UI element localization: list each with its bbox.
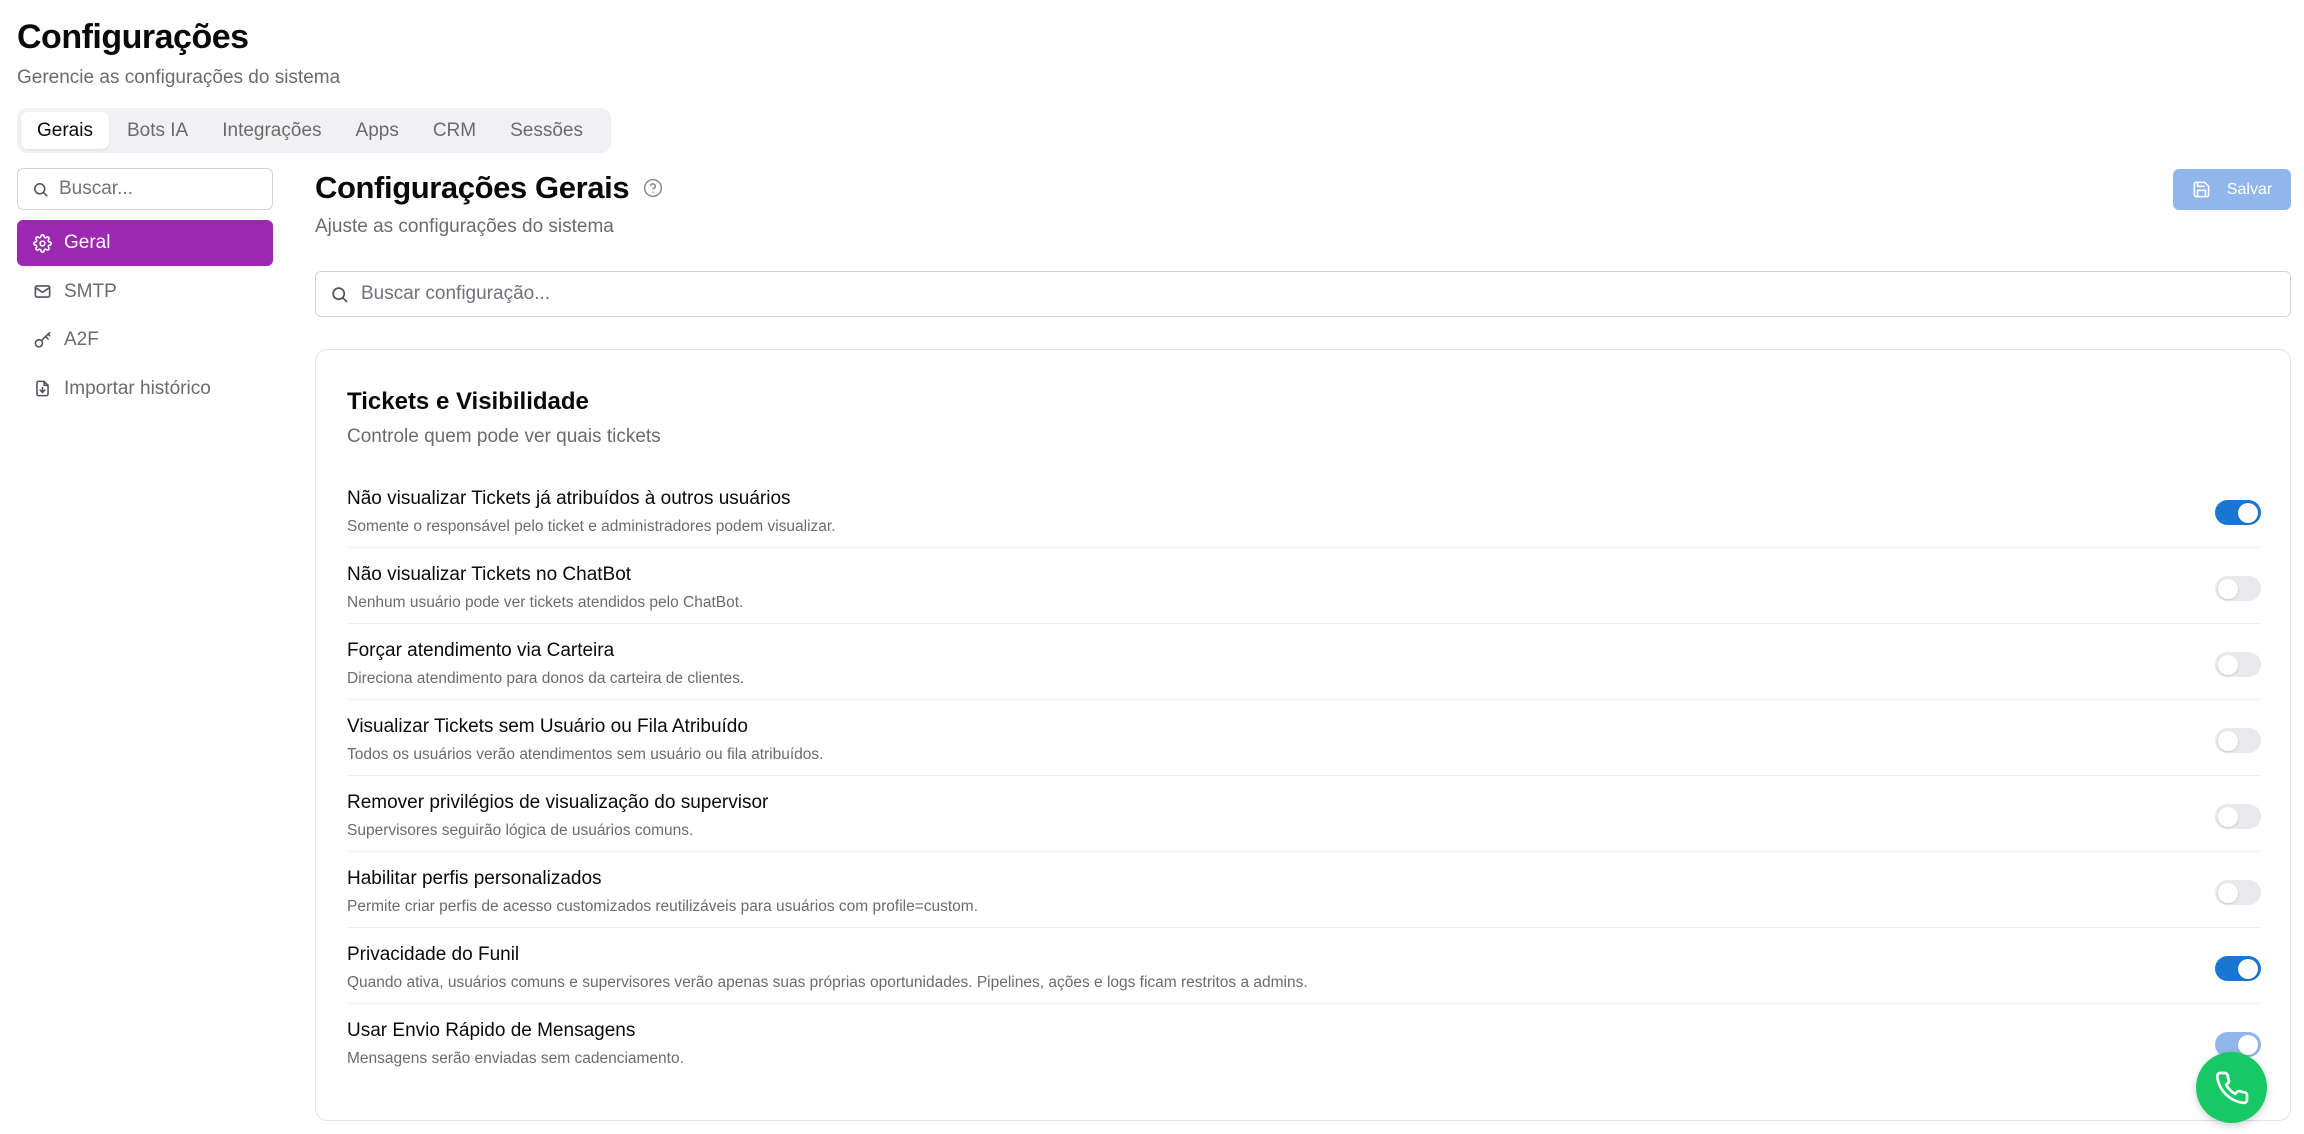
setting-toggle[interactable] — [2215, 500, 2261, 525]
tab-apps[interactable]: Apps — [340, 112, 415, 149]
settings-tabs: Gerais Bots IA Integrações Apps CRM Sess… — [17, 108, 611, 153]
tab-crm[interactable]: CRM — [417, 112, 492, 149]
sidebar-item-a2f[interactable]: A2F — [17, 317, 273, 363]
setting-row: Privacidade do Funil Quando ativa, usuár… — [347, 928, 2261, 1004]
tab-bots-ia[interactable]: Bots IA — [111, 112, 204, 149]
sidebar-item-geral[interactable]: Geral — [17, 220, 273, 266]
setting-label: Remover privilégios de visualização do s… — [347, 792, 769, 813]
settings-list: Não visualizar Tickets já atribuídos à o… — [347, 472, 2261, 1080]
phone-icon — [2215, 1071, 2248, 1104]
setting-row: Visualizar Tickets sem Usuário ou Fila A… — [347, 700, 2261, 776]
help-circle-icon[interactable] — [643, 178, 663, 198]
setting-row: Forçar atendimento via Carteira Direcion… — [347, 624, 2261, 700]
setting-row: Usar Envio Rápido de Mensagens Mensagens… — [347, 1004, 2261, 1080]
card-title: Tickets e Visibilidade — [347, 388, 589, 415]
setting-hint: Permite criar perfis de acesso customiza… — [347, 898, 979, 915]
toggle-knob — [2238, 502, 2258, 523]
toggle-knob — [2218, 654, 2238, 675]
sidebar-item-label: SMTP — [64, 280, 117, 302]
setting-label: Não visualizar Tickets já atribuídos à o… — [347, 488, 791, 509]
search-icon — [332, 286, 348, 302]
tab-gerais[interactable]: Gerais — [21, 112, 109, 149]
toggle-knob — [2238, 958, 2258, 979]
setting-label: Usar Envio Rápido de Mensagens — [347, 1020, 636, 1041]
toggle-knob — [2218, 882, 2238, 903]
save-button[interactable]: Salvar — [2173, 169, 2291, 210]
toggle-knob — [2238, 1034, 2258, 1055]
sidebar-item-smtp[interactable]: SMTP — [17, 269, 273, 315]
setting-toggle[interactable] — [2215, 728, 2261, 753]
mail-icon — [34, 285, 51, 298]
toggle-knob — [2218, 806, 2238, 827]
setting-row: Habilitar perfis personalizados Permite … — [347, 852, 2261, 928]
settings-card: Tickets e Visibilidade Controle quem pod… — [315, 349, 2291, 1121]
tab-integracoes[interactable]: Integrações — [206, 112, 337, 149]
setting-hint: Mensagens serão enviadas sem cadenciamen… — [347, 1050, 684, 1067]
search-icon — [34, 182, 48, 197]
section-page-title: Configurações Gerais — [315, 170, 663, 206]
file-import-icon — [36, 380, 49, 397]
main-title-text: Configurações Gerais — [315, 170, 630, 205]
setting-row: Remover privilégios de visualização do s… — [347, 776, 2261, 852]
sidebar-item-label: Geral — [64, 232, 111, 253]
sidebar-item-importar-historico[interactable]: Importar histórico — [17, 366, 273, 412]
setting-hint: Todos os usuários verão atendimentos sem… — [347, 746, 824, 763]
card-description: Controle quem pode ver quais tickets — [347, 426, 661, 447]
setting-toggle[interactable] — [2215, 956, 2261, 981]
setting-toggle[interactable] — [2215, 576, 2261, 601]
sidebar-search — [17, 168, 273, 210]
toggle-knob — [2218, 578, 2238, 599]
key-icon — [34, 331, 51, 348]
page-subtitle: Gerencie as configurações do sistema — [17, 67, 341, 88]
main-subtitle: Ajuste as configurações do sistema — [315, 216, 614, 237]
page-title: Configurações — [17, 18, 249, 56]
setting-label: Visualizar Tickets sem Usuário ou Fila A… — [347, 716, 748, 737]
setting-row: Não visualizar Tickets já atribuídos à o… — [347, 472, 2261, 548]
sidebar-item-label: A2F — [64, 329, 99, 350]
setting-hint: Somente o responsável pelo ticket e admi… — [347, 518, 836, 535]
sidebar-nav: Geral SMTP A2F Importar histórico — [17, 220, 273, 414]
save-icon — [2193, 181, 2210, 198]
setting-row: Não visualizar Tickets no ChatBot Nenhum… — [347, 548, 2261, 624]
setting-hint: Nenhum usuário pode ver tickets atendido… — [347, 594, 744, 611]
tab-sessoes[interactable]: Sessões — [494, 112, 599, 149]
save-button-label: Salvar — [2226, 180, 2273, 198]
setting-hint: Quando ativa, usuários comuns e supervis… — [347, 974, 1308, 991]
gear-icon — [33, 233, 52, 253]
config-search-input[interactable] — [361, 283, 2261, 305]
setting-label: Privacidade do Funil — [347, 944, 520, 965]
setting-toggle[interactable] — [2215, 804, 2261, 829]
toggle-knob — [2218, 730, 2238, 751]
phone-fab-button[interactable] — [2196, 1052, 2267, 1123]
setting-hint: Direciona atendimento para donos da cart… — [347, 670, 745, 687]
setting-hint: Supervisores seguirão lógica de usuários… — [347, 822, 694, 839]
setting-label: Habilitar perfis personalizados — [347, 868, 602, 889]
sidebar-search-input[interactable] — [59, 178, 259, 200]
setting-toggle[interactable] — [2215, 880, 2261, 905]
setting-toggle[interactable] — [2215, 652, 2261, 677]
setting-label: Forçar atendimento via Carteira — [347, 640, 615, 661]
setting-label: Não visualizar Tickets no ChatBot — [347, 564, 632, 585]
sidebar-item-label: Importar histórico — [64, 377, 211, 399]
config-search — [315, 271, 2291, 317]
